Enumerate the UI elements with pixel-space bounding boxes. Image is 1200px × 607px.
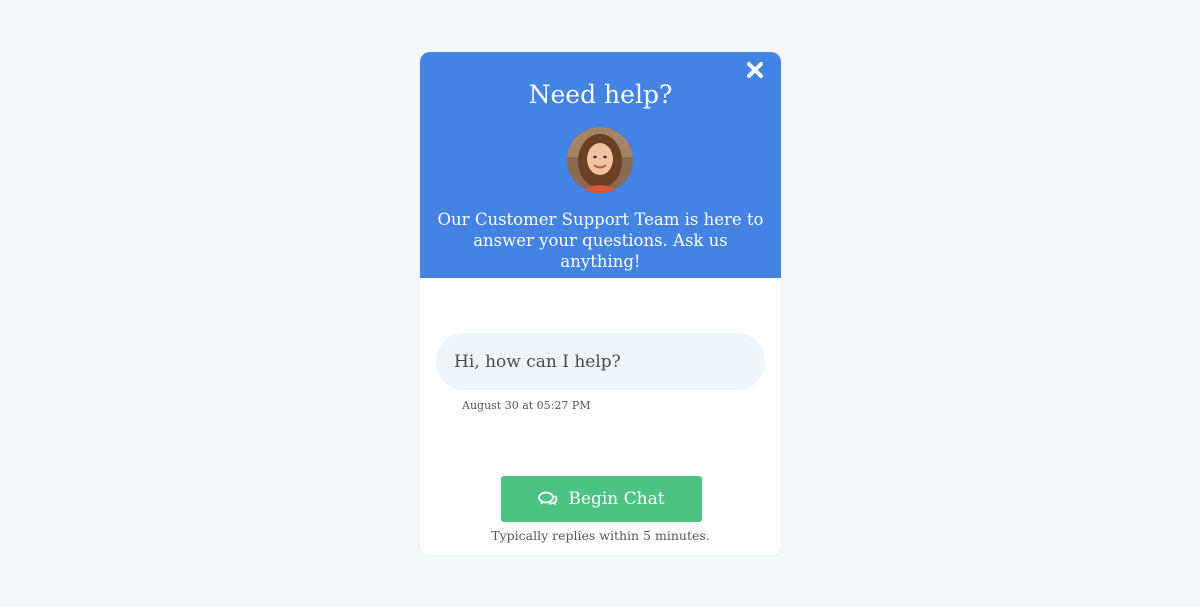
- widget-subtitle: Our Customer Support Team is here to ans…: [437, 210, 764, 271]
- support-agent-avatar: [567, 127, 633, 193]
- agent-message-text: Hi, how can I help?: [454, 351, 621, 372]
- widget-title: Need help?: [528, 80, 673, 109]
- close-button[interactable]: [745, 60, 765, 80]
- chat-widget: Need help? Our Customer Support Team is …: [420, 52, 781, 555]
- begin-chat-button[interactable]: Begin Chat: [501, 476, 702, 522]
- widget-header: Need help? Our Customer Support Team is …: [420, 52, 781, 278]
- reply-time-note: Typically replies within 5 minutes.: [491, 528, 710, 543]
- agent-message-bubble: Hi, how can I help?: [436, 333, 765, 390]
- chat-bubbles-icon: [538, 491, 558, 507]
- begin-chat-label: Begin Chat: [568, 489, 665, 509]
- message-timestamp: August 30 at 05:27 PM: [462, 399, 591, 412]
- close-icon: [747, 62, 763, 78]
- avatar: [567, 127, 633, 193]
